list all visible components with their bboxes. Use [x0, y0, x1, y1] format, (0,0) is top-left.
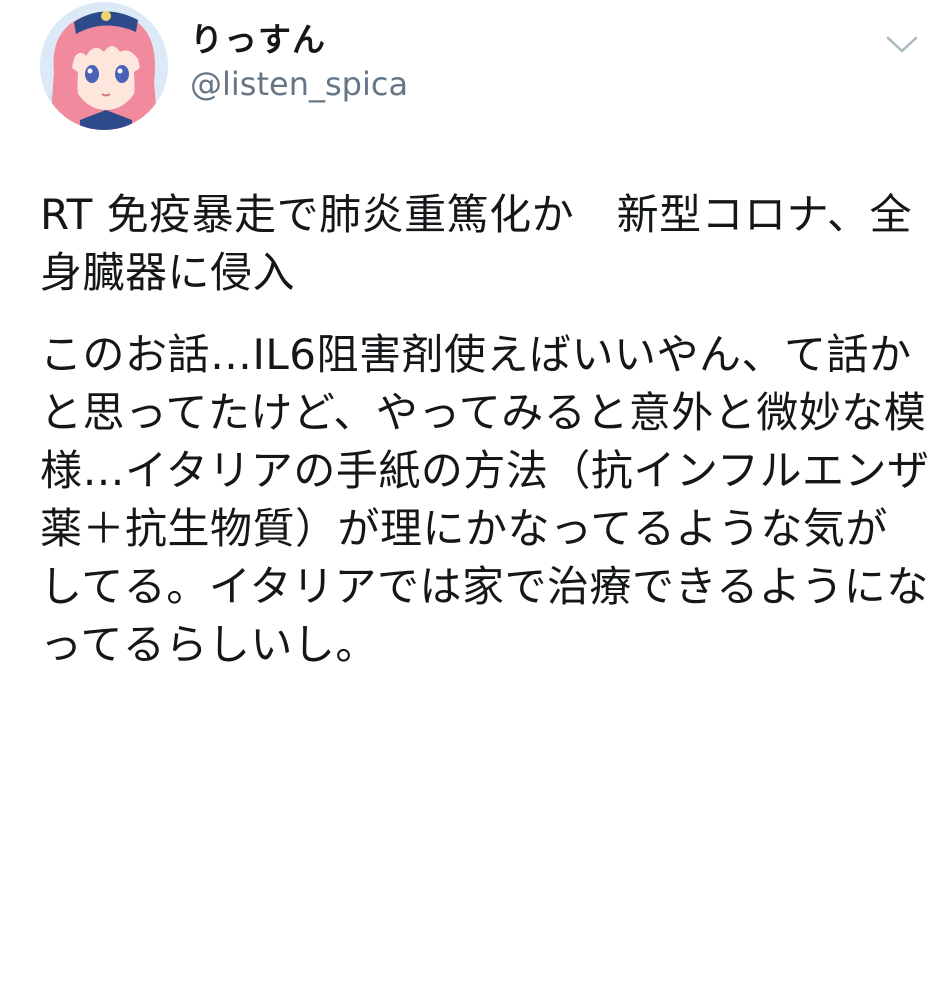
avatar-icon: [40, 2, 168, 130]
tweet-paragraph: このお話…IL6阻害剤使えばいいやん、て話かと思ってたけど、やってみると意外と微…: [40, 330, 930, 669]
user-handle[interactable]: @listen_spica: [190, 64, 408, 104]
avatar[interactable]: [40, 2, 168, 130]
chevron-down-icon: [886, 36, 918, 53]
tweet-text: RT 免疫暴走で肺炎重篤化か 新型コロナ、全身臓器に侵入 このお話…IL6阻害剤…: [40, 186, 930, 674]
tweet-menu-button[interactable]: [884, 32, 920, 56]
user-names: りっすん @listen_spica: [190, 20, 408, 104]
display-name[interactable]: りっすん: [190, 20, 408, 60]
tweet-header: りっすん @listen_spica: [40, 2, 920, 130]
tweet-paragraph: RT 免疫暴走で肺炎重篤化か 新型コロナ、全身臓器に侵入: [40, 190, 913, 297]
tweet-card: りっすん @listen_spica RT 免疫暴走で肺炎重篤化か 新型コロナ、…: [0, 0, 950, 1000]
